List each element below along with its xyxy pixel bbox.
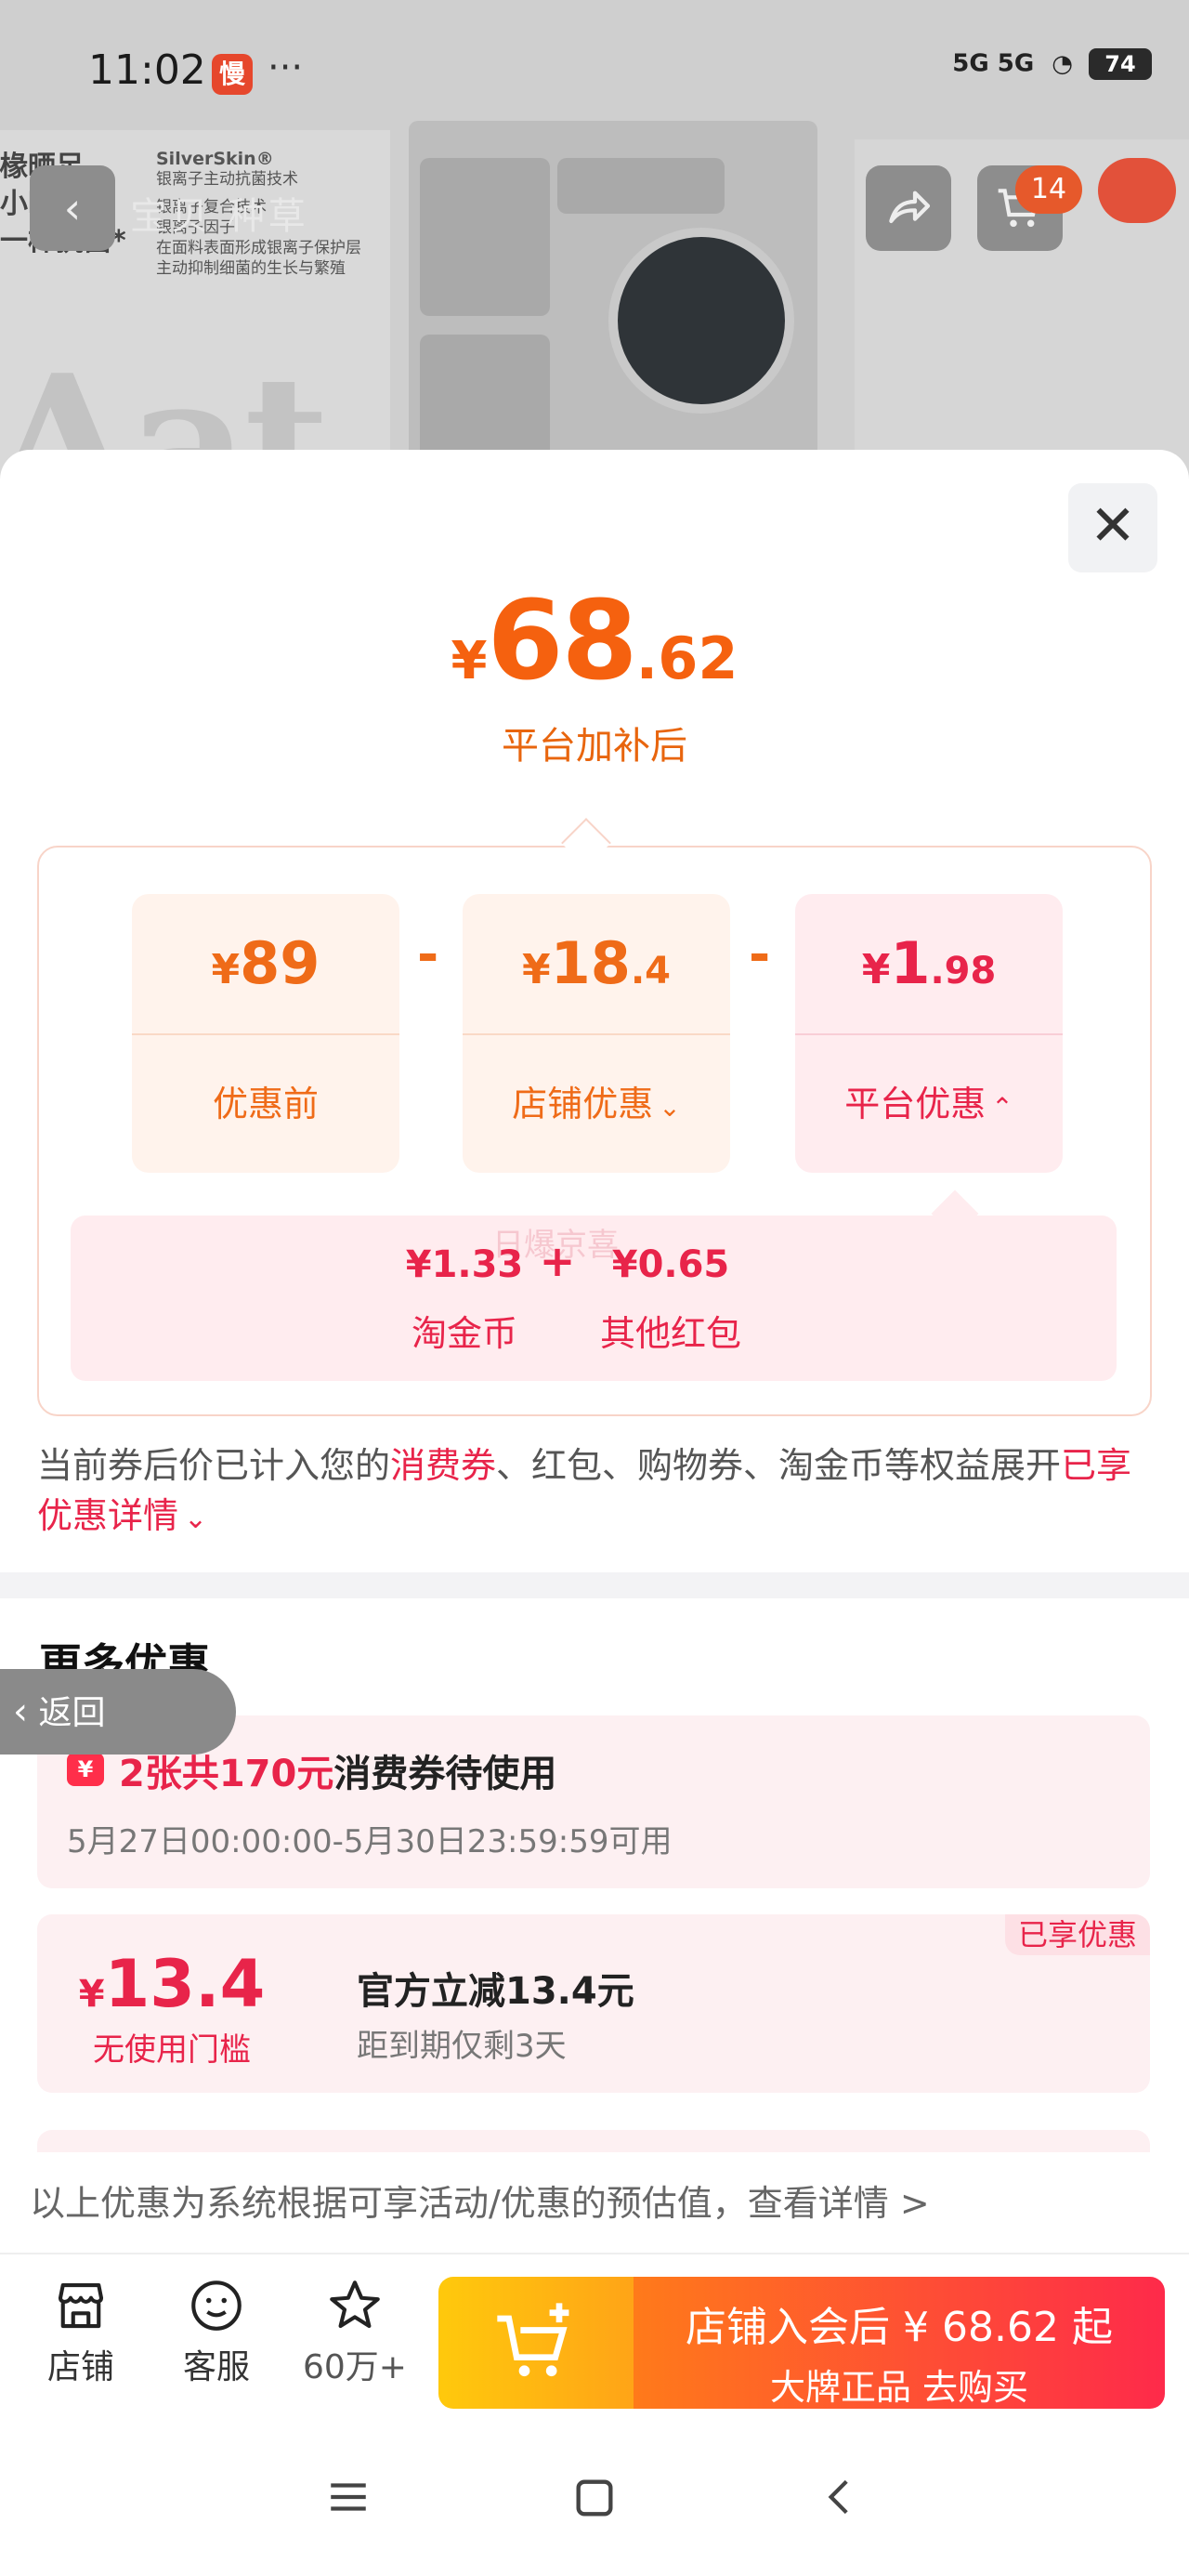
card-original-price: ¥89 优惠前 <box>132 894 399 1173</box>
platform-discount-label: 平台优惠 <box>844 1084 986 1124</box>
signal-icon: 5G 5G <box>952 49 1035 78</box>
store-discount-label: 店铺优惠 <box>512 1084 654 1124</box>
card-store-discount[interactable]: ¥18.4 店铺优惠 ⌄ <box>463 894 730 1173</box>
add-to-cart-button[interactable] <box>438 2277 634 2409</box>
wifi-icon: ◔ <box>1052 49 1073 78</box>
share-icon <box>889 191 931 224</box>
share-button[interactable] <box>866 165 951 251</box>
cart-count-badge: 14 <box>1015 165 1082 214</box>
menu-icon[interactable] <box>325 2474 372 2524</box>
status-time: 11:02 <box>88 46 206 94</box>
other-redpacket-label: 其他红包 <box>599 1313 741 1354</box>
status-more: ··· <box>268 46 304 89</box>
service-bubble-icon[interactable] <box>1098 158 1176 223</box>
card-platform-discount[interactable]: ¥1.98 平台优惠 ⌃ <box>795 894 1063 1173</box>
product-clock <box>608 228 794 414</box>
coupon-official-amount: ¥13.4 <box>78 1946 266 2022</box>
section-divider <box>0 1572 1189 1598</box>
buy-button[interactable]: 店铺入会后 ¥ 68.62 起 大牌正品 去购买 <box>438 2277 1165 2409</box>
other-redpacket-amount: ¥0.65 <box>611 1243 730 1286</box>
final-price: ¥68.62 <box>451 576 738 704</box>
service-icon <box>191 2280 242 2331</box>
close-button[interactable]: ✕ <box>1068 483 1157 572</box>
coupon-icon: ¥ <box>67 1753 104 1786</box>
chevron-left-icon: ‹ <box>63 183 82 233</box>
system-navigation-bar <box>0 2453 1189 2556</box>
service-button[interactable]: 客服 <box>156 2275 277 2388</box>
back-icon[interactable] <box>817 2474 864 2524</box>
coupon-official-card[interactable]: 已享优惠 ¥13.4 无使用门槛 官方立减13.4元 距到期仅剩3天 <box>37 1914 1150 2093</box>
star-icon <box>330 2280 380 2329</box>
minus-operator: - <box>749 925 771 985</box>
taojinbi-label: 淘金币 <box>411 1313 517 1354</box>
estimate-note-link[interactable]: 以上优惠为系统根据可享活动/优惠的预估值，查看详情 > <box>30 2175 930 2226</box>
price-notice: 当前券后价已计入您的消费券、红包、购物券、淘金币等权益展开已享优惠详情 ⌄ <box>37 1445 1132 1536</box>
bottom-bar-divider <box>0 2253 1189 2254</box>
price-subtitle: 平台加补后 <box>502 725 687 768</box>
chevron-down-icon: ⌄ <box>184 1503 208 1535</box>
status-indicators: 5G 5G ◔ 74 <box>952 48 1152 80</box>
applied-tag: 已享优惠 <box>1004 1914 1150 1955</box>
product-grid-block <box>557 158 725 214</box>
coupon-official-title: 官方立减13.4元 <box>357 1970 634 2013</box>
chevron-left-icon: ‹ <box>13 1690 28 1733</box>
return-button[interactable]: ‹ 返回 <box>0 1669 236 1755</box>
chevron-up-icon: ⌃ <box>991 1092 1013 1123</box>
home-icon[interactable] <box>570 2474 619 2526</box>
app-badge-icon: 慢 <box>212 54 253 95</box>
product-tabs[interactable]: 宝贝 种草 <box>130 186 309 240</box>
coupon-expire: 距到期仅剩3天 <box>357 2028 567 2065</box>
battery-icon: 74 <box>1089 48 1152 80</box>
store-icon <box>58 2282 104 2329</box>
coupon-threshold: 无使用门槛 <box>93 2031 251 2069</box>
product-grid-block <box>420 158 550 316</box>
plus-operator: + <box>539 1236 576 1286</box>
taojinbi-amount: ¥1.33 <box>405 1243 524 1286</box>
coupon-pending-time: 5月27日00:00:00-5月30日23:59:59可用 <box>67 1823 673 1860</box>
close-icon: ✕ <box>1089 493 1137 559</box>
chevron-down-icon: ⌄ <box>659 1092 681 1123</box>
favorite-button[interactable]: 60万+ <box>294 2275 415 2388</box>
back-button[interactable]: ‹ <box>30 165 115 251</box>
purchase-button[interactable]: 店铺入会后 ¥ 68.62 起 大牌正品 去购买 <box>634 2277 1165 2409</box>
add-cart-icon <box>497 2303 569 2377</box>
coupon-card-partial <box>37 2130 1150 2152</box>
store-button[interactable]: 店铺 <box>20 2275 141 2388</box>
minus-operator: - <box>417 925 439 985</box>
